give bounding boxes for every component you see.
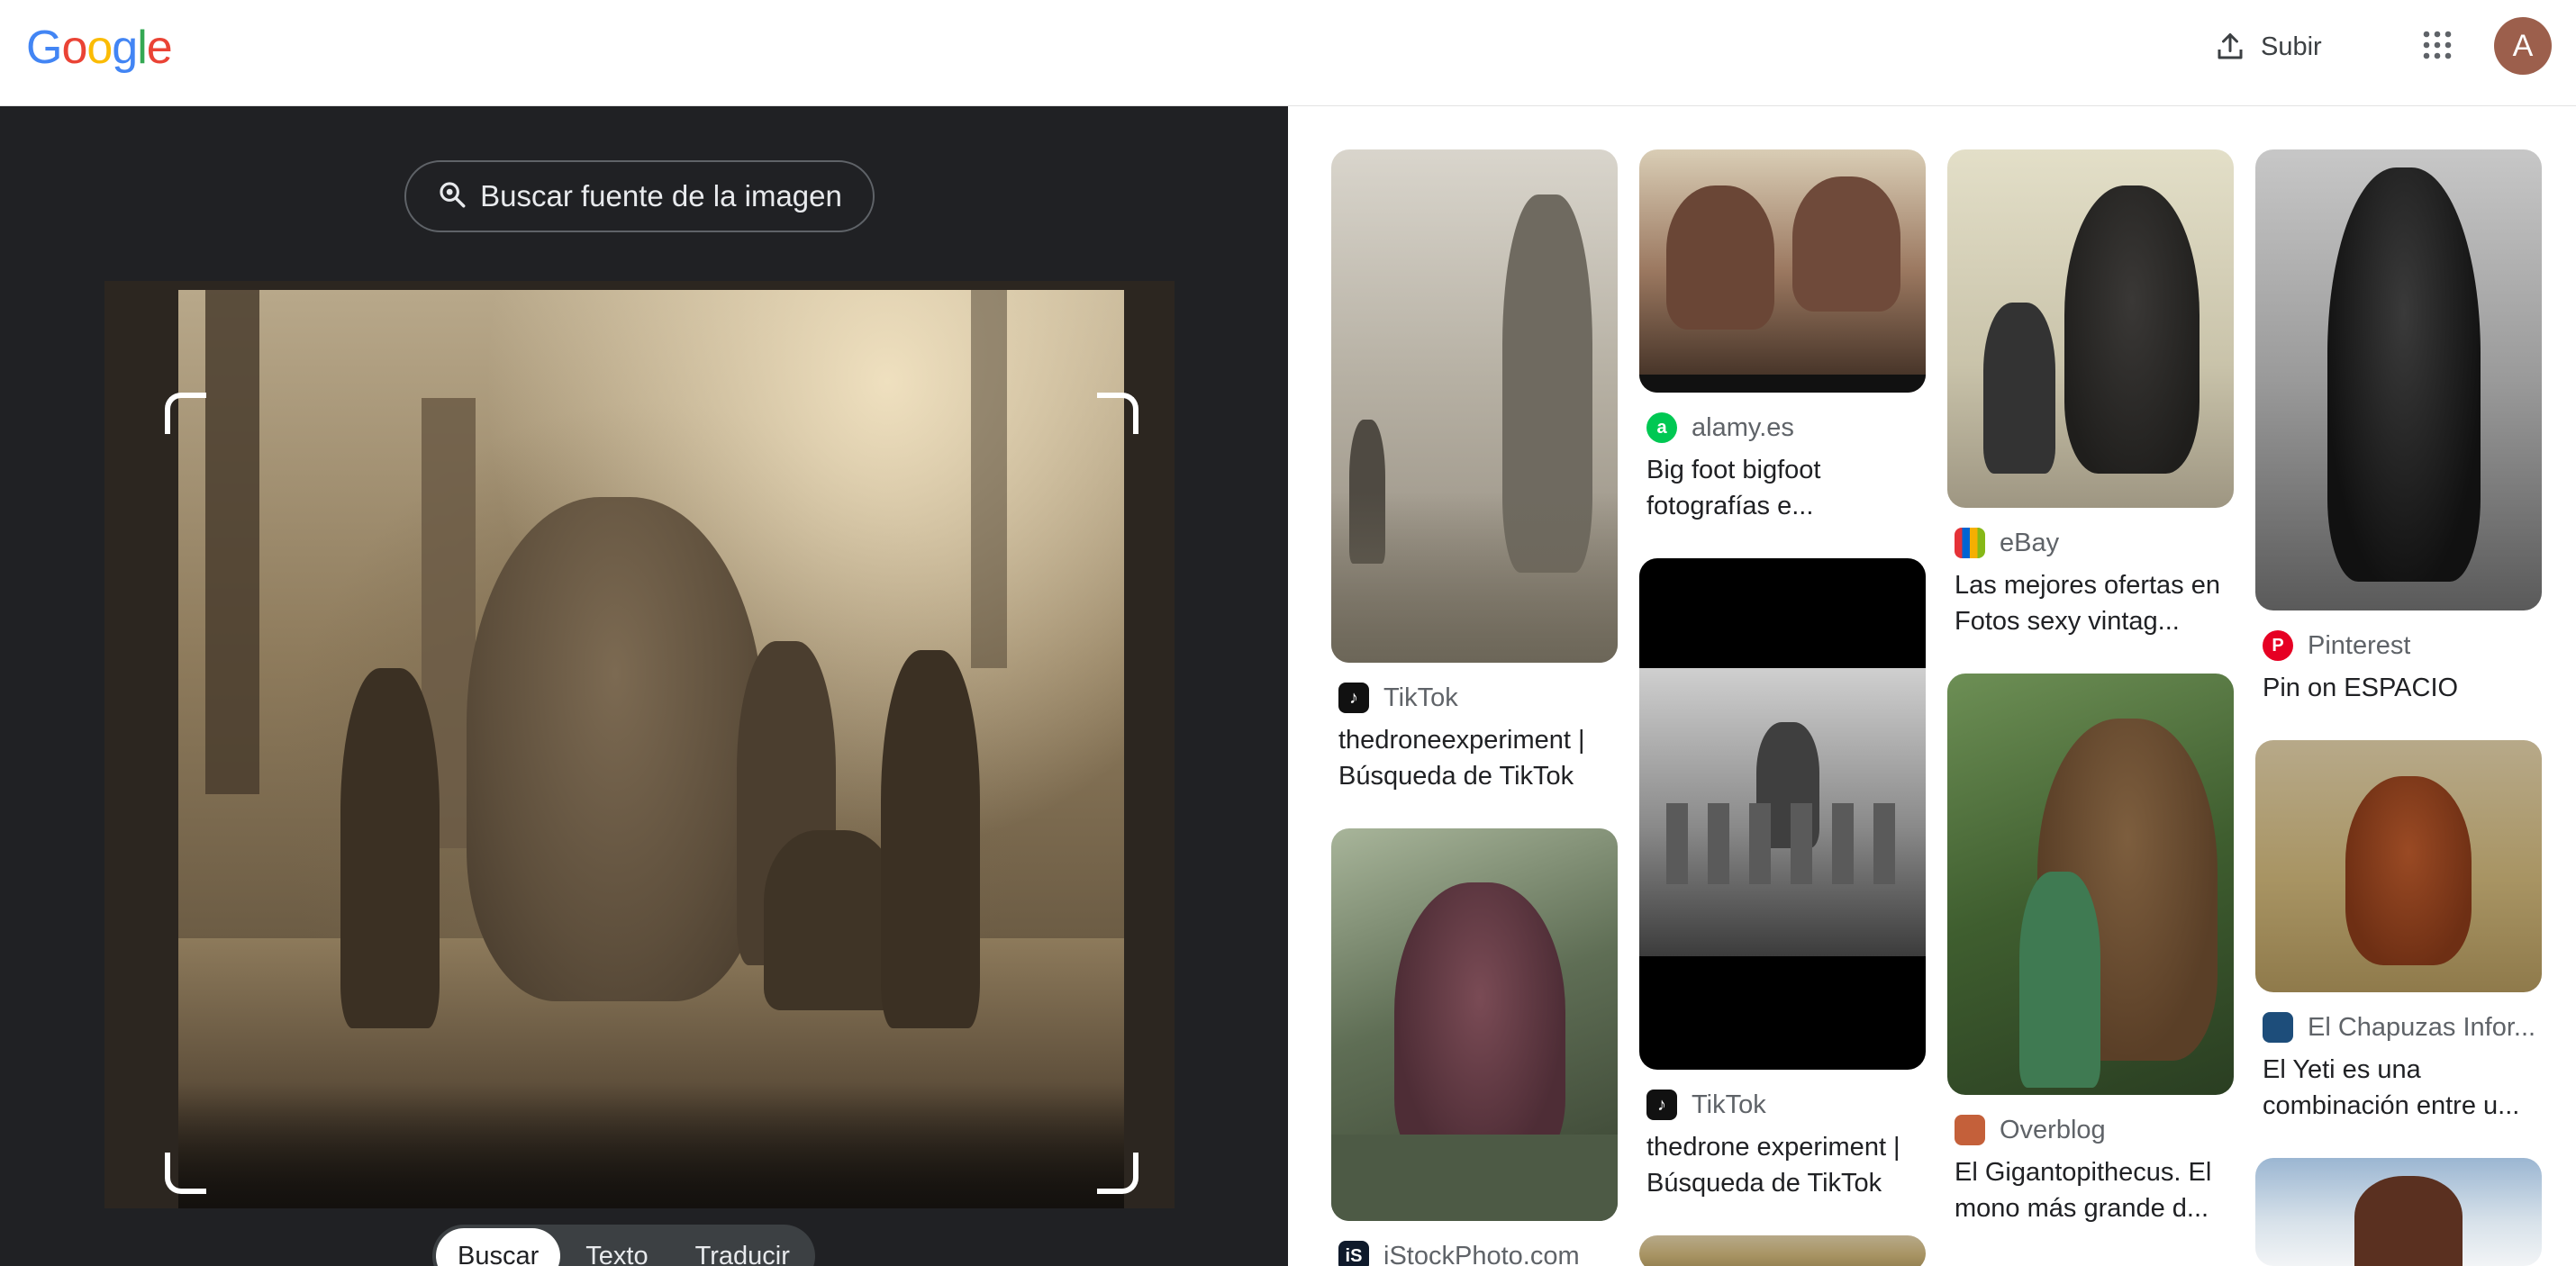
logo-letter: o — [61, 22, 87, 74]
chapuzas-icon — [2263, 1012, 2293, 1043]
logo-letter: G — [26, 22, 62, 74]
find-image-source-button[interactable]: Buscar fuente de la imagen — [404, 160, 875, 232]
result-source: El Chapuzas Infor... — [2255, 1012, 2542, 1043]
result-card[interactable]: ♪ TikTok thedrone experiment | Búsqueda … — [1639, 558, 1926, 1201]
result-thumbnail[interactable] — [1331, 828, 1618, 1221]
alamy-icon: a — [1646, 412, 1677, 443]
crop-handle-bottom-left[interactable] — [165, 1153, 206, 1194]
results-column: a alamy.es Big foot bigfoot fotografías … — [1639, 149, 1926, 1266]
result-source-name: alamy.es — [1692, 412, 1794, 442]
tab-texto[interactable]: Texto — [564, 1228, 669, 1266]
result-card[interactable]: Overblog El Gigantopithecus. El mono más… — [1947, 674, 2234, 1226]
result-card[interactable]: P Pinterest Pin on ESPACIO — [2255, 149, 2542, 706]
results-column: P Pinterest Pin on ESPACIO El Chapuzas I… — [2255, 149, 2542, 1266]
results-column: eBay Las mejores ofertas en Fotos sexy v… — [1947, 149, 2234, 1248]
lens-image-panel: Buscar fuente de la imagen Buscar Texto … — [0, 106, 1288, 1266]
result-card[interactable]: El Chapuzas Infor... El Yeti es una comb… — [2255, 740, 2542, 1124]
result-thumbnail[interactable] — [1639, 558, 1926, 1070]
crop-handle-top-left[interactable] — [165, 393, 206, 434]
result-thumbnail[interactable] — [2255, 149, 2542, 610]
top-bar: Google Subir A — [0, 0, 2576, 106]
find-image-source-label: Buscar fuente de la imagen — [480, 179, 842, 213]
tiktok-icon: ♪ — [1338, 683, 1369, 713]
tab-traducir[interactable]: Traducir — [674, 1228, 812, 1266]
logo-letter: o — [86, 22, 113, 74]
result-card[interactable] — [1639, 1235, 1926, 1266]
result-source-name: El Chapuzas Infor... — [2308, 1012, 2536, 1042]
result-source: Overblog — [1947, 1115, 2234, 1145]
logo-letter: g — [112, 22, 138, 74]
result-source: ♪ TikTok — [1639, 1090, 1926, 1120]
result-card[interactable] — [2255, 1158, 2542, 1266]
result-title[interactable]: thedrone experiment | Búsqueda de TikTok — [1639, 1129, 1926, 1201]
apps-grid-button[interactable] — [2414, 23, 2461, 70]
result-source: ♪ TikTok — [1331, 683, 1618, 713]
result-source-name: Pinterest — [2308, 630, 2411, 660]
result-source-name: TikTok — [1383, 683, 1458, 712]
result-title[interactable]: Big foot bigfoot fotografías e... — [1639, 452, 1926, 524]
logo-letter: e — [146, 22, 173, 74]
result-title[interactable]: thedroneexperiment | Búsqueda de TikTok — [1331, 722, 1618, 794]
result-source-name: eBay — [2000, 528, 2060, 557]
bigfoot-photo — [178, 290, 1124, 1208]
lens-search-icon — [437, 179, 467, 214]
result-thumbnail[interactable] — [2255, 1158, 2542, 1266]
tiktok-icon: ♪ — [1646, 1090, 1677, 1120]
logo-letter: l — [137, 22, 148, 74]
result-thumbnail[interactable] — [1947, 149, 2234, 508]
result-source: iS iStockPhoto.com — [1331, 1241, 1618, 1266]
account-avatar[interactable]: A — [2494, 17, 2552, 75]
result-source-name: iStockPhoto.com — [1383, 1241, 1580, 1266]
google-logo[interactable]: Google — [26, 22, 173, 74]
result-title[interactable]: Pin on ESPACIO — [2255, 670, 2542, 706]
visual-matches-grid: ♪ TikTok thedroneexperiment | Búsqueda d… — [1288, 106, 2576, 1266]
result-thumbnail[interactable] — [1947, 674, 2234, 1095]
result-source-name: TikTok — [1692, 1090, 1766, 1119]
upload-button[interactable]: Subir — [2198, 20, 2336, 74]
istock-icon: iS — [1338, 1241, 1369, 1266]
tab-buscar[interactable]: Buscar — [436, 1228, 561, 1266]
result-title[interactable]: El Gigantopithecus. El mono más grande d… — [1947, 1154, 2234, 1226]
crop-handle-top-right[interactable] — [1097, 393, 1138, 434]
result-source-name: Overblog — [2000, 1115, 2106, 1144]
uploaded-image[interactable] — [104, 281, 1175, 1208]
result-thumbnail[interactable] — [2255, 740, 2542, 992]
lens-mode-tabs: Buscar Texto Traducir — [432, 1225, 815, 1266]
ebay-icon — [1955, 528, 1985, 558]
apps-grid-icon — [2421, 29, 2454, 66]
result-thumbnail[interactable] — [1639, 149, 1926, 393]
pinterest-icon: P — [2263, 630, 2293, 661]
result-thumbnail[interactable] — [1331, 149, 1618, 663]
result-card[interactable]: a alamy.es Big foot bigfoot fotografías … — [1639, 149, 1926, 524]
result-title[interactable]: El Yeti es una combinación entre u... — [2255, 1052, 2542, 1124]
overblog-icon — [1955, 1115, 1985, 1145]
result-card[interactable]: ♪ TikTok thedroneexperiment | Búsqueda d… — [1331, 149, 1618, 794]
result-title[interactable]: Las mejores ofertas en Fotos sexy vintag… — [1947, 567, 2234, 639]
upload-icon — [2212, 29, 2248, 65]
crop-handle-bottom-right[interactable] — [1097, 1153, 1138, 1194]
result-source: a alamy.es — [1639, 412, 1926, 443]
results-column: ♪ TikTok thedroneexperiment | Búsqueda d… — [1331, 149, 1618, 1266]
result-card[interactable]: eBay Las mejores ofertas en Fotos sexy v… — [1947, 149, 2234, 639]
result-thumbnail[interactable] — [1639, 1235, 1926, 1266]
result-source: eBay — [1947, 528, 2234, 558]
result-card[interactable]: iS iStockPhoto.com — [1331, 828, 1618, 1266]
result-source: P Pinterest — [2255, 630, 2542, 661]
upload-label: Subir — [2261, 32, 2322, 61]
